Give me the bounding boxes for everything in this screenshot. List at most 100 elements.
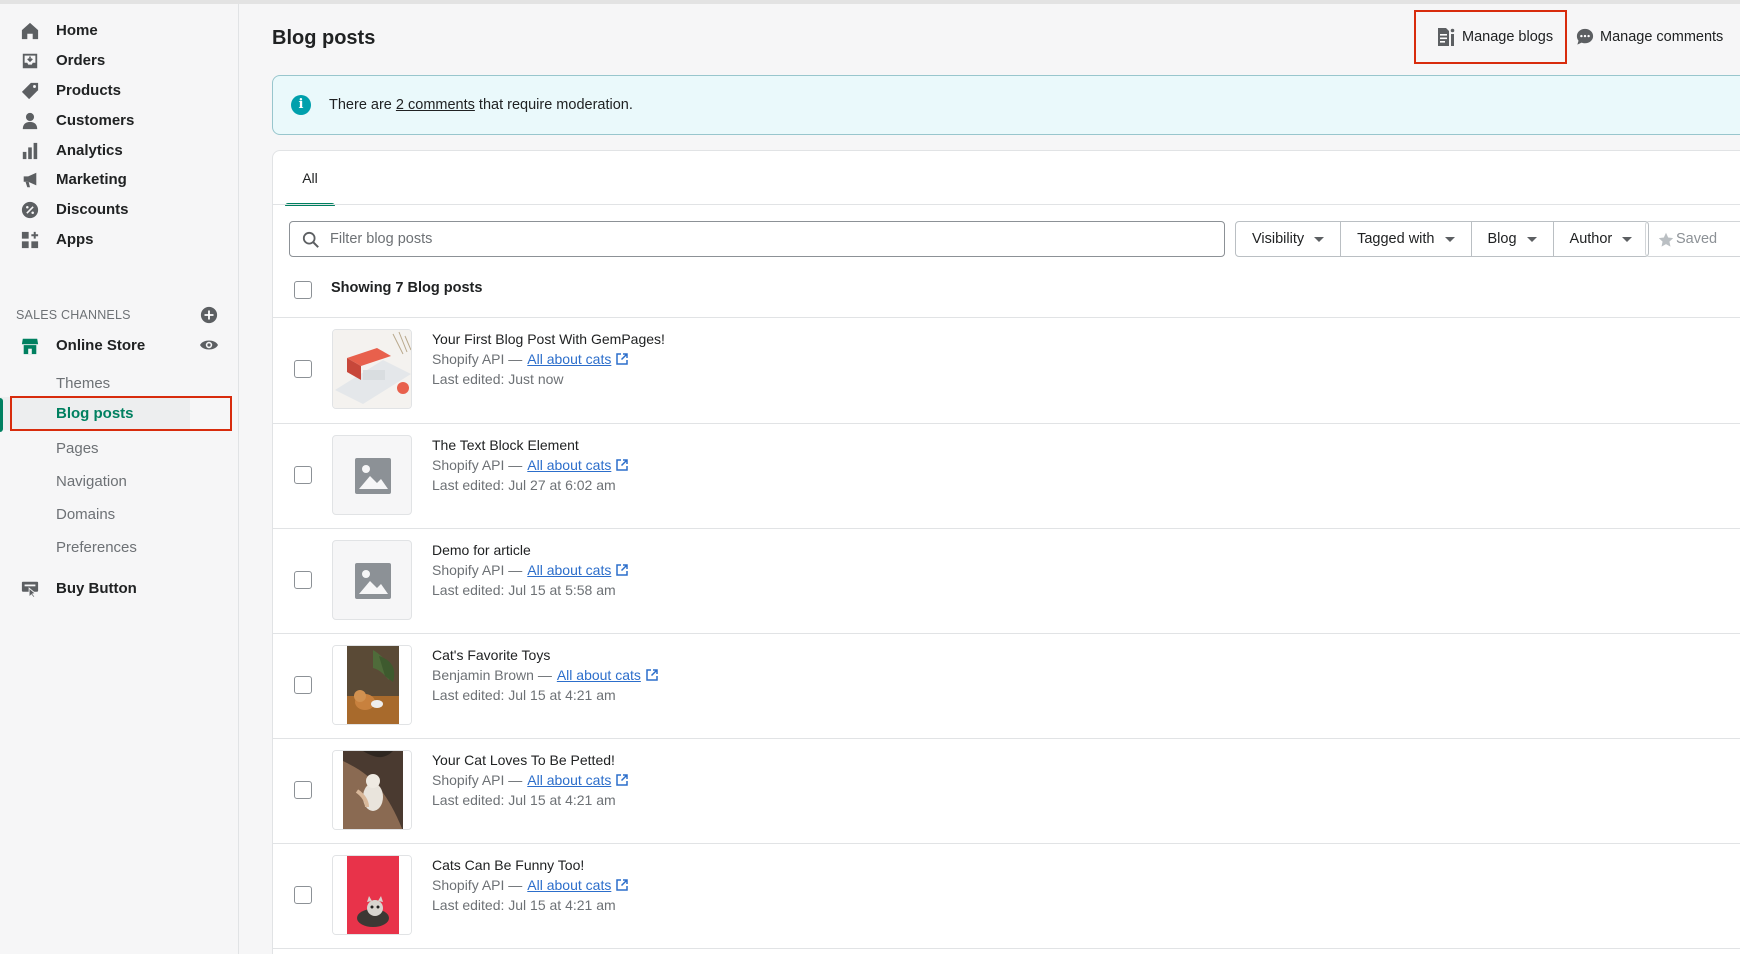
caret-down-icon	[1444, 236, 1455, 242]
row-checkbox[interactable]	[294, 571, 312, 589]
row-checkbox[interactable]	[294, 466, 312, 484]
sidebar-item-label: Domains	[56, 506, 116, 523]
caret-down-icon	[1622, 236, 1633, 242]
post-meta: Shopify API — All about cats	[432, 772, 629, 788]
sidebar-item-marketing[interactable]: Marketing	[0, 163, 239, 196]
sidebar: Home Orders Products Customers Analytics…	[0, 4, 239, 954]
search-field[interactable]	[289, 221, 1225, 257]
manage-comments-button[interactable]: Manage comments	[1576, 24, 1723, 50]
sidebar-item-label: Themes	[56, 375, 111, 392]
search-input[interactable]	[330, 228, 1210, 250]
sidebar-item-domains[interactable]: Domains	[0, 498, 239, 531]
sidebar-item-products[interactable]: Products	[0, 74, 239, 107]
post-title[interactable]: Cat's Favorite Toys	[432, 647, 550, 663]
filter-label: Visibility	[1252, 231, 1305, 247]
external-link-icon[interactable]	[616, 879, 629, 891]
post-edited: Last edited: Just now	[432, 371, 564, 387]
highlight-box	[1414, 10, 1567, 64]
filter-label: Tagged with	[1357, 231, 1435, 247]
post-edited: Last edited: Jul 27 at 6:02 am	[432, 477, 616, 493]
blog-link[interactable]: All about cats	[557, 667, 641, 683]
comments-link[interactable]: 2 comments	[396, 97, 475, 113]
external-link-icon[interactable]	[616, 459, 629, 471]
saved-button[interactable]: Saved	[1645, 221, 1740, 257]
blog-link[interactable]: All about cats	[527, 772, 611, 788]
tag-icon	[20, 81, 40, 101]
sidebar-item-home[interactable]: Home	[0, 14, 239, 47]
table-row[interactable]: Cat's Favorite Toys Benjamin Brown — All …	[273, 634, 1740, 739]
blog-link[interactable]: All about cats	[527, 877, 611, 893]
post-title[interactable]: Cats Can Be Funny Too!	[432, 857, 584, 873]
row-checkbox[interactable]	[294, 781, 312, 799]
author-filter-button[interactable]: Author	[1554, 222, 1649, 256]
post-title[interactable]: Your First Blog Post With GemPages!	[432, 331, 665, 347]
orders-icon	[20, 51, 40, 71]
post-thumbnail	[332, 750, 412, 830]
post-edited: Last edited: Jul 15 at 4:21 am	[432, 897, 616, 913]
image-placeholder-icon	[332, 435, 412, 515]
moderation-banner: i There are 2 comments that require mode…	[272, 75, 1740, 135]
sidebar-item-preferences[interactable]: Preferences	[0, 531, 239, 564]
sidebar-item-label: Apps	[56, 231, 94, 248]
sidebar-item-buy-button[interactable]: Buy Button	[0, 572, 239, 605]
post-title[interactable]: Demo for article	[432, 542, 531, 558]
megaphone-icon	[20, 170, 40, 190]
active-indicator	[0, 398, 3, 432]
external-link-icon[interactable]	[616, 353, 629, 365]
comment-icon	[1576, 28, 1594, 45]
post-author: Benjamin Brown —	[432, 667, 552, 683]
eye-icon[interactable]	[199, 337, 219, 353]
sidebar-item-navigation[interactable]: Navigation	[0, 465, 239, 498]
post-title[interactable]: Your Cat Loves To Be Petted!	[432, 752, 615, 768]
sidebar-item-label: Preferences	[56, 539, 137, 556]
post-thumbnail	[332, 645, 412, 725]
caret-down-icon	[1314, 236, 1325, 242]
external-link-icon[interactable]	[616, 564, 629, 576]
banner-prefix: There are	[329, 97, 396, 113]
sidebar-item-discounts[interactable]: Discounts	[0, 193, 239, 226]
post-author: Shopify API —	[432, 457, 523, 473]
post-meta: Benjamin Brown — All about cats	[432, 667, 658, 683]
showing-count: Showing 7 Blog posts	[331, 280, 483, 296]
external-link-icon[interactable]	[616, 774, 629, 786]
add-channel-icon[interactable]	[200, 306, 218, 324]
row-checkbox[interactable]	[294, 676, 312, 694]
table-row[interactable]: Your Cat Loves To Be Petted! Shopify API…	[273, 739, 1740, 844]
table-row[interactable]: Demo for article Shopify API — All about …	[273, 529, 1740, 634]
select-all-checkbox[interactable]	[294, 281, 312, 299]
sidebar-item-apps[interactable]: Apps	[0, 223, 239, 256]
sidebar-item-label: Analytics	[56, 142, 123, 159]
table-row[interactable]: Your First Blog Post With GemPages! Shop…	[273, 318, 1740, 423]
sidebar-item-label: Online Store	[56, 337, 146, 354]
post-thumbnail	[332, 329, 412, 409]
blog-link[interactable]: All about cats	[527, 562, 611, 578]
search-icon	[302, 231, 319, 248]
blog-link[interactable]: All about cats	[527, 457, 611, 473]
visibility-filter-button[interactable]: Visibility	[1236, 222, 1342, 256]
sidebar-item-label: Customers	[56, 112, 135, 129]
row-checkbox[interactable]	[294, 360, 312, 378]
sidebar-item-label: Marketing	[56, 171, 127, 188]
sidebar-item-orders[interactable]: Orders	[0, 44, 239, 77]
table-row[interactable]: The Text Block Element Shopify API — All …	[273, 424, 1740, 529]
tab-label: All	[302, 170, 318, 186]
blog-filter-button[interactable]: Blog	[1472, 222, 1554, 256]
post-title[interactable]: The Text Block Element	[432, 437, 579, 453]
store-icon	[20, 336, 40, 356]
tab-all[interactable]: All	[285, 151, 335, 206]
post-edited: Last edited: Jul 15 at 4:21 am	[432, 792, 616, 808]
sidebar-item-label: Home	[56, 22, 98, 39]
row-checkbox[interactable]	[294, 886, 312, 904]
sidebar-item-customers[interactable]: Customers	[0, 104, 239, 137]
buy-button-icon	[20, 579, 40, 599]
blog-link[interactable]: All about cats	[527, 351, 611, 367]
post-edited: Last edited: Jul 15 at 4:21 am	[432, 687, 616, 703]
table-row[interactable]: Cats Can Be Funny Too! Shopify API — All …	[273, 844, 1740, 949]
sidebar-item-pages[interactable]: Pages	[0, 432, 239, 465]
sidebar-item-label: Buy Button	[56, 580, 137, 597]
tagged-with-filter-button[interactable]: Tagged with	[1341, 222, 1472, 256]
external-link-icon[interactable]	[646, 669, 658, 681]
sidebar-item-label: Orders	[56, 52, 106, 69]
post-author: Shopify API —	[432, 772, 523, 788]
image-placeholder-icon	[332, 540, 412, 620]
